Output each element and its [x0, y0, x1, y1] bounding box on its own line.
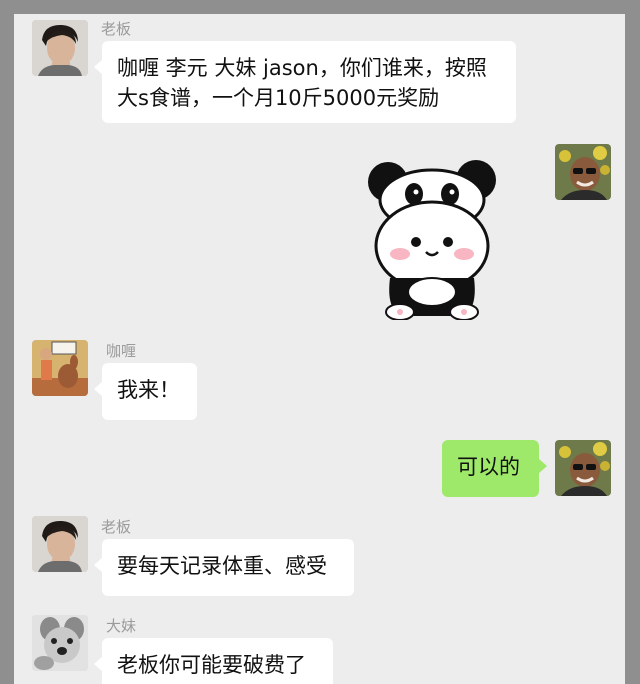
sender-name: 大妹: [106, 617, 137, 635]
avatar-boss[interactable]: [32, 20, 88, 76]
message-bubble[interactable]: 咖喱 李元 大妹 jason，你们谁来，按照大s食谱，一个月10斤5000元奖励: [94, 41, 516, 123]
sender-name: 咖喱: [106, 342, 137, 360]
message-bubble[interactable]: 要每天记录体重、感受: [94, 539, 354, 596]
avatar-curry[interactable]: [32, 340, 88, 396]
avatar-self[interactable]: [555, 440, 611, 496]
avatar-boss[interactable]: [32, 516, 88, 572]
message-bubble[interactable]: 可以的: [442, 440, 547, 497]
avatar-self[interactable]: [555, 144, 611, 200]
sender-name: 老板: [101, 20, 132, 38]
chat-area: 老板 咖喱 李元 大妹 jason，你们谁来，按照大s食谱，一个月10斤5000…: [14, 14, 625, 684]
panda-sticker[interactable]: [366, 160, 498, 321]
message-bubble[interactable]: 我来！: [94, 363, 197, 420]
message-bubble[interactable]: 老板你可能要破费了: [94, 638, 333, 684]
sender-name: 老板: [101, 518, 132, 536]
avatar-sister[interactable]: [32, 615, 88, 671]
